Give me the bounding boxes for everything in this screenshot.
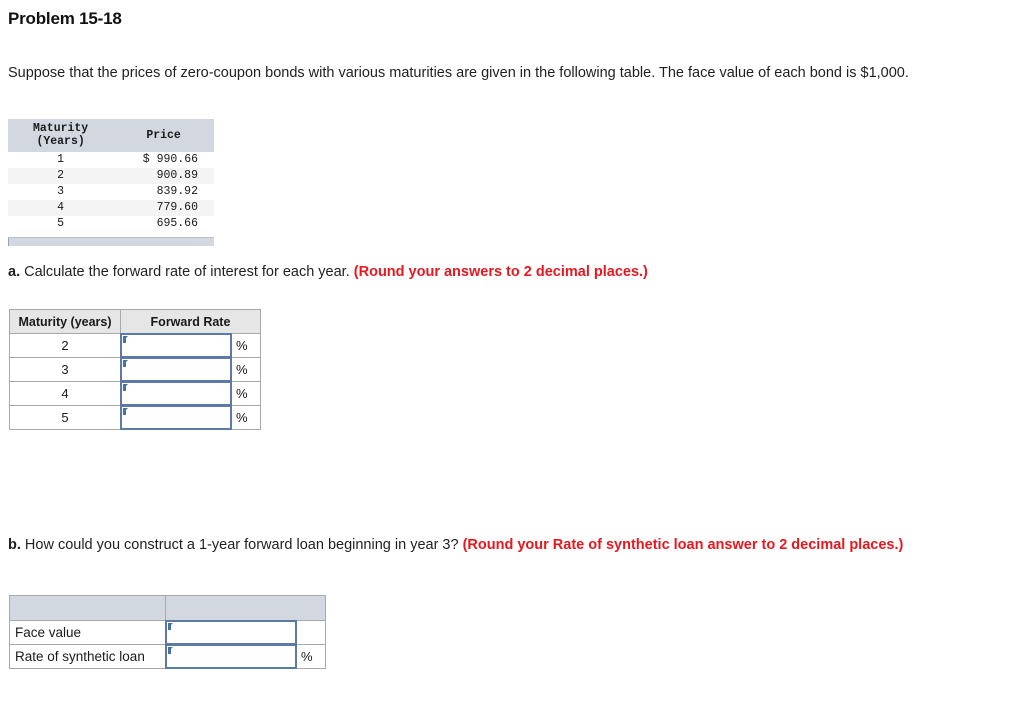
- face-value-input[interactable]: [165, 620, 297, 645]
- given-cell-maturity: 3: [57, 185, 65, 198]
- synthetic-loan-table: Face value Rate of synthetic loan %: [9, 595, 326, 669]
- forward-rate-cell-maturity: 5: [9, 405, 121, 430]
- given-bond-price-table-wrapper: Maturity (Years) Price 1 $ 990.66 2 900.…: [8, 119, 214, 246]
- table-row: 3 839.92: [8, 184, 214, 200]
- question-b: b. How could you construct a 1-year forw…: [8, 536, 938, 555]
- question-a-text: Calculate the forward rate of interest f…: [24, 264, 350, 280]
- synthetic-loan-header-row: [9, 595, 326, 621]
- forward-rate-table: Maturity (years) Forward Rate 2 % 3 % 4 …: [9, 309, 261, 430]
- forward-rate-percent-symbol: %: [231, 357, 261, 382]
- given-cell-maturity: 1: [57, 153, 65, 166]
- forward-rate-input-year2[interactable]: [120, 333, 232, 358]
- synthetic-loan-label-rate: Rate of synthetic loan: [9, 644, 166, 669]
- given-header-maturity: Maturity (Years): [8, 119, 114, 152]
- given-cell-maturity: 5: [57, 217, 65, 230]
- table-row: 4 779.60: [8, 200, 214, 216]
- synthetic-loan-table-body: Face value Rate of synthetic loan %: [9, 620, 326, 669]
- synthetic-loan-label-face-value: Face value: [9, 620, 166, 645]
- question-a-note: (Round your answers to 2 decimal places.…: [353, 264, 648, 280]
- table-row: Rate of synthetic loan %: [9, 644, 326, 669]
- question-b-letter: b.: [8, 537, 21, 553]
- forward-rate-cell-maturity: 4: [9, 381, 121, 406]
- forward-rate-input-year5[interactable]: [120, 405, 232, 430]
- given-cell-price: $ 990.66: [142, 153, 198, 166]
- table-row: 2 900.89: [8, 168, 214, 184]
- given-bond-price-table: Maturity (Years) Price 1 $ 990.66 2 900.…: [8, 119, 214, 232]
- rate-of-synthetic-loan-input[interactable]: [165, 644, 297, 669]
- given-table-footer-bar: [8, 237, 214, 246]
- table-row: 2 %: [9, 333, 261, 358]
- forward-rate-header-rate: Forward Rate: [120, 309, 261, 334]
- given-header-maturity-line1: Maturity: [32, 122, 89, 135]
- synthetic-loan-percent-symbol: %: [296, 644, 326, 669]
- forward-rate-percent-symbol: %: [231, 381, 261, 406]
- forward-rate-cell-maturity: 2: [9, 333, 121, 358]
- table-row: 1 $ 990.66: [8, 152, 214, 168]
- table-row: Face value: [9, 620, 326, 645]
- problem-intro-text: Suppose that the prices of zero-coupon b…: [8, 65, 909, 81]
- table-row: 3 %: [9, 357, 261, 382]
- table-row: 4 %: [9, 381, 261, 406]
- problem-page: Problem 15-18 Suppose that the prices of…: [0, 0, 1024, 708]
- forward-rate-percent-symbol: %: [231, 405, 261, 430]
- forward-rate-input-year4[interactable]: [120, 381, 232, 406]
- forward-rate-input-cell[interactable]: [120, 381, 232, 406]
- given-cell-maturity: 4: [8, 200, 114, 216]
- page-title: Problem 15-18: [8, 9, 122, 28]
- given-cell-price: 779.60: [113, 200, 214, 216]
- forward-rate-header-row: Maturity (years) Forward Rate: [9, 309, 261, 334]
- forward-rate-table-head: Maturity (years) Forward Rate: [9, 309, 261, 334]
- forward-rate-header-maturity: Maturity (years): [9, 309, 121, 334]
- given-cell-maturity: 2: [8, 168, 114, 184]
- synthetic-loan-input-cell[interactable]: [165, 644, 297, 669]
- forward-rate-percent-symbol: %: [231, 333, 261, 358]
- forward-rate-input-year3[interactable]: [120, 357, 232, 382]
- question-a-letter: a.: [8, 264, 21, 280]
- given-header-maturity-line2: (Years): [36, 135, 85, 148]
- synthetic-loan-table-head: [9, 595, 326, 621]
- question-b-note: (Round your Rate of synthetic loan answe…: [462, 537, 904, 553]
- synthetic-loan-percent-symbol: [296, 620, 326, 645]
- given-header-price: Price: [113, 119, 214, 152]
- given-cell-price: 839.92: [156, 185, 198, 198]
- given-table-body: 1 $ 990.66 2 900.89 3 839.92 4 779.60 5: [8, 152, 214, 232]
- synthetic-loan-header-value: [165, 595, 326, 621]
- table-row: 5 %: [9, 405, 261, 430]
- forward-rate-table-body: 2 % 3 % 4 % 5 %: [9, 333, 261, 430]
- given-table-header-row: Maturity (Years) Price: [8, 119, 214, 152]
- given-table-head: Maturity (Years) Price: [8, 119, 214, 152]
- question-a: a. Calculate the forward rate of interes…: [8, 263, 958, 282]
- synthetic-loan-input-cell[interactable]: [165, 620, 297, 645]
- given-cell-price: 695.66: [156, 217, 198, 230]
- forward-rate-input-cell[interactable]: [120, 333, 232, 358]
- forward-rate-input-cell[interactable]: [120, 357, 232, 382]
- given-cell-price: 900.89: [113, 168, 214, 184]
- table-row: 5 695.66: [8, 216, 214, 232]
- forward-rate-input-cell[interactable]: [120, 405, 232, 430]
- question-b-text: How could you construct a 1-year forward…: [24, 537, 459, 553]
- synthetic-loan-header-label: [9, 595, 166, 621]
- forward-rate-cell-maturity: 3: [9, 357, 121, 382]
